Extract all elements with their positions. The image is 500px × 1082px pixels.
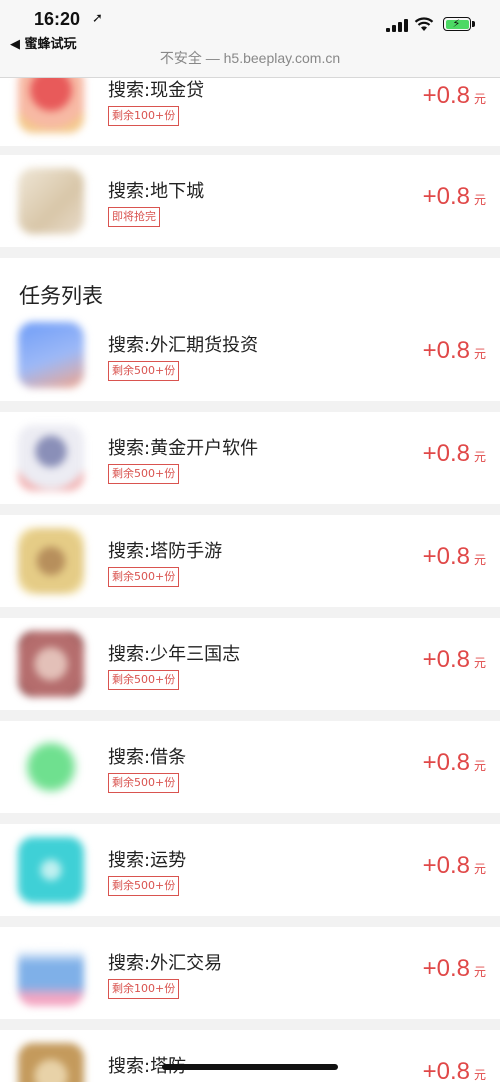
reward-amount: +0.8 [422, 852, 470, 879]
task-stock-tag: 即将抢完 [108, 207, 160, 227]
task-reward: +0.8 元 [423, 543, 486, 571]
app-icon [18, 1043, 84, 1082]
task-title: 搜索:外汇期货投资 [108, 335, 259, 356]
reward-unit: 元 [473, 92, 486, 106]
reward-unit: 元 [473, 553, 486, 567]
task-reward: +0.8 元 [423, 440, 486, 468]
reward-unit: 元 [473, 193, 486, 207]
location-arrow-icon: ➚ [92, 11, 103, 26]
task-reward: +0.8 元 [423, 183, 486, 211]
app-icon [18, 734, 84, 800]
section-title: 任务列表 [19, 284, 103, 308]
task-stock-tag: 剩余100+份 [108, 979, 180, 999]
task-card[interactable]: 搜索:塔防手游 剩余500+份 +0.8 元 [0, 515, 500, 607]
reward-amount: +0.8 [422, 543, 470, 570]
task-card[interactable]: 搜索:运势 剩余500+份 +0.8 元 [0, 824, 500, 916]
reward-unit: 元 [473, 656, 486, 670]
task-title: 搜索:运势 [108, 850, 187, 871]
reward-amount: +0.8 [422, 183, 470, 210]
app-icon [18, 322, 84, 388]
task-stock-tag: 剩余500+份 [108, 464, 180, 484]
reward-unit: 元 [473, 450, 486, 464]
task-reward: +0.8 元 [423, 82, 486, 110]
task-card[interactable]: 搜索:少年三国志 剩余500+份 +0.8 元 [0, 618, 500, 710]
status-time: 16:20 [34, 9, 81, 29]
task-card[interactable]: 搜索:借条 剩余500+份 +0.8 元 [0, 721, 500, 813]
reward-unit: 元 [473, 965, 486, 979]
reward-amount: +0.8 [422, 749, 470, 776]
app-icon [18, 168, 84, 234]
task-reward: +0.8 元 [423, 1058, 486, 1082]
task-stock-tag: 剩余500+份 [108, 876, 180, 896]
task-stock-tag: 剩余500+份 [108, 773, 180, 793]
app-icon [18, 528, 84, 594]
task-reward: +0.8 元 [423, 852, 486, 880]
reward-unit: 元 [473, 347, 486, 361]
task-stock-tag: 剩余500+份 [108, 361, 180, 381]
task-reward: +0.8 元 [423, 337, 486, 365]
address-bar-url[interactable]: 不安全 — h5.beeplay.com.cn [0, 48, 500, 68]
task-title: 搜索:外汇交易 [108, 953, 223, 974]
task-card[interactable]: 搜索:外汇交易 剩余100+份 +0.8 元 [0, 927, 500, 1019]
reward-unit: 元 [473, 759, 486, 773]
task-reward: +0.8 元 [423, 646, 486, 674]
wifi-icon [414, 17, 434, 31]
task-title: 搜索:少年三国志 [108, 644, 241, 665]
task-title: 搜索:现金贷 [108, 80, 205, 101]
reward-amount: +0.8 [422, 337, 470, 364]
app-icon [18, 631, 84, 697]
cellular-signal-icon [386, 18, 408, 32]
task-title: 搜索:黄金开户软件 [108, 438, 259, 459]
battery-tip [472, 21, 475, 27]
app-icon [18, 425, 84, 491]
task-card[interactable]: 搜索:外汇期货投资 剩余500+份 +0.8 元 [0, 309, 500, 401]
reward-unit: 元 [473, 862, 486, 876]
task-reward: +0.8 元 [423, 749, 486, 777]
reward-amount: +0.8 [422, 440, 470, 467]
task-stock-tag: 剩余100+份 [108, 106, 180, 126]
task-card[interactable]: 搜索:地下城 即将抢完 +0.8 元 [0, 155, 500, 247]
task-card[interactable]: 搜索:黄金开户软件 剩余500+份 +0.8 元 [0, 412, 500, 504]
app-icon [18, 837, 84, 903]
task-card[interactable]: 搜索:塔防 +0.8 元 [0, 1030, 500, 1082]
battery-icon: ⚡ [443, 17, 471, 31]
reward-unit: 元 [473, 1068, 486, 1082]
reward-amount: +0.8 [422, 955, 470, 982]
task-title: 搜索:借条 [108, 747, 187, 768]
task-title: 搜索:地下城 [108, 181, 205, 202]
reward-amount: +0.8 [422, 1058, 470, 1082]
reward-amount: +0.8 [422, 646, 470, 673]
task-list-section-header: 任务列表 [0, 258, 500, 315]
app-icon [18, 940, 84, 1006]
task-stock-tag: 剩余500+份 [108, 670, 180, 690]
task-title: 搜索:塔防手游 [108, 541, 223, 562]
task-reward: +0.8 元 [423, 955, 486, 983]
task-stock-tag: 剩余500+份 [108, 567, 180, 587]
reward-amount: +0.8 [422, 82, 470, 109]
home-indicator[interactable] [162, 1064, 338, 1070]
status-bar: 16:20 ➚ ◀ 蜜蜂试玩 不安全 — h5.beeplay.com.cn ⚡ [0, 0, 500, 78]
